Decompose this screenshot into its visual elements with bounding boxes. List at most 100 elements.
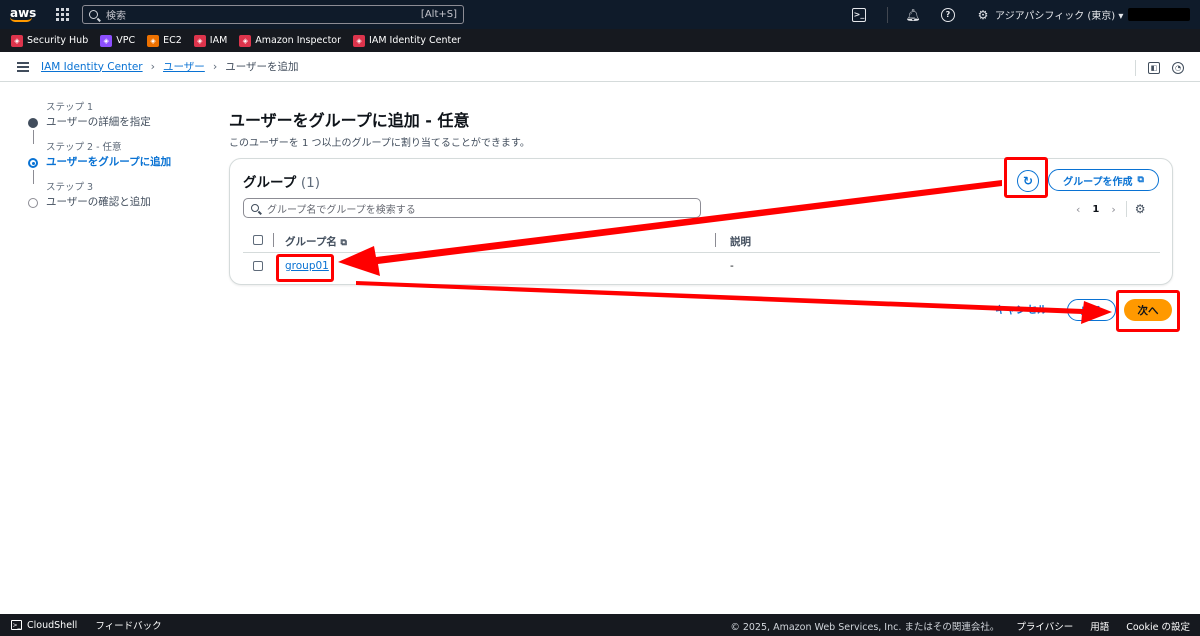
- favorite-item[interactable]: ◈ EC2: [147, 34, 182, 47]
- search-shortcut: [Alt+S]: [420, 9, 457, 20]
- breadcrumb-users[interactable]: ユーザー: [163, 59, 205, 74]
- chevron-left-icon[interactable]: ‹: [1076, 203, 1080, 216]
- account-menu[interactable]: [1128, 8, 1190, 21]
- identity-center-icon: ◈: [353, 34, 366, 47]
- page-number[interactable]: 1: [1092, 204, 1099, 215]
- info-panel-icon[interactable]: ◔: [1172, 62, 1184, 74]
- step-title: ユーザーの確認と追加: [46, 196, 151, 208]
- breadcrumb-bar: IAM Identity Center › ユーザー › ユーザーを追加 ◧ ◔: [0, 52, 1200, 82]
- group-description: -: [730, 260, 734, 272]
- cloudshell-icon: >_: [11, 620, 22, 630]
- step-title: ユーザーの詳細を指定: [46, 116, 151, 128]
- tools-divider: [1135, 60, 1136, 76]
- table-header: グループ名 ⧉ 説明: [243, 229, 1160, 253]
- favorites-bar: ◈ Security Hub ◈ VPC ◈ EC2 ◈ IAM ◈ Amazon Inspect…: [0, 29, 1200, 52]
- select-all-checkbox[interactable]: [253, 235, 263, 245]
- chevron-right-icon[interactable]: ›: [1111, 203, 1115, 216]
- menu-hamburger-icon[interactable]: [17, 61, 29, 72]
- privacy-link[interactable]: プライバシー: [1016, 619, 1073, 633]
- nav-divider: [887, 6, 888, 23]
- search-placeholder: 検索: [106, 11, 126, 22]
- step-label: ステップ 2 - 任意: [46, 142, 122, 153]
- side-panel-icon[interactable]: ◧: [1148, 62, 1160, 74]
- column-group-name-label: グループ名: [285, 236, 337, 248]
- step-label: ステップ 1: [46, 102, 94, 113]
- cloudshell-footer-button[interactable]: >_ CloudShell: [11, 620, 77, 631]
- footer-links: © 2025, Amazon Web Services, Inc. またはその関…: [713, 619, 1190, 633]
- wizard-step-1[interactable]: ステップ 1 ユーザーの詳細を指定: [28, 102, 208, 144]
- footer: >_ CloudShell フィードバック © 2025, Amazon Web…: [0, 614, 1200, 636]
- table-row: group01 -: [243, 255, 1160, 279]
- column-divider: [273, 233, 274, 247]
- row-checkbox[interactable]: [253, 261, 263, 271]
- favorite-item[interactable]: ◈ IAM Identity Center: [353, 34, 461, 47]
- step-title: ユーザーをグループに追加: [46, 156, 172, 168]
- nav-utility-icons: >_ 🔔︎ ? ⚙: [852, 0, 1011, 29]
- favorite-label: VPC: [116, 35, 136, 46]
- feedback-link[interactable]: フィードバック: [95, 618, 161, 632]
- help-icon[interactable]: ?: [941, 7, 955, 22]
- wizard-steps: ステップ 1 ユーザーの詳細を指定 ステップ 2 - 任意 ユーザーをグループに追加ス…: [28, 102, 208, 222]
- security-hub-icon: ◈: [11, 34, 23, 47]
- favorite-label: EC2: [163, 35, 182, 46]
- favorite-label: IAM: [209, 35, 228, 46]
- step-status-icon: [28, 158, 38, 168]
- groups-title-text: グループ: [243, 175, 297, 191]
- groups-count: (1): [300, 175, 321, 191]
- breadcrumb-current: ユーザーを追加: [225, 61, 299, 73]
- aws-logo[interactable]: aws: [10, 5, 44, 22]
- annotation-arrows: [338, 180, 1112, 324]
- annotation-highlight-group: [276, 254, 334, 282]
- favorite-label: Security Hub: [27, 35, 89, 46]
- services-grid-icon[interactable]: [56, 7, 70, 22]
- terms-link[interactable]: 用語: [1090, 619, 1109, 633]
- favorite-label: Amazon Inspector: [255, 35, 342, 46]
- groups-panel-title: グループ (1): [243, 171, 320, 191]
- cloudshell-label: CloudShell: [27, 619, 78, 631]
- back-button[interactable]: 戻る: [1067, 299, 1116, 321]
- aws-logo-text: aws: [10, 5, 37, 20]
- create-group-button[interactable]: グループを作成 ⧉: [1048, 169, 1159, 191]
- region-selector[interactable]: アジアパシフィック (東京) ▾: [995, 7, 1123, 22]
- search-icon: [251, 204, 259, 212]
- settings-gear-icon[interactable]: ⚙: [976, 8, 990, 22]
- step-status-icon: [28, 198, 38, 208]
- global-search-input[interactable]: 検索 [Alt+S]: [82, 5, 464, 24]
- column-divider: [715, 233, 716, 247]
- wizard-step-3: ステップ 3 ユーザーの確認と追加: [28, 182, 208, 222]
- vpc-icon: ◈: [100, 34, 113, 47]
- chevron-right-icon: ›: [212, 60, 218, 73]
- annotation-highlight-next: [1116, 290, 1180, 332]
- search-icon: [89, 10, 98, 19]
- pager-divider: [1125, 201, 1127, 217]
- wizard-step-2: ステップ 2 - 任意ユーザーをグループに追加: [28, 142, 208, 184]
- page-tools: ◧ ◔: [1123, 60, 1184, 76]
- breadcrumb-identity-center[interactable]: IAM Identity Center: [41, 61, 143, 73]
- favorite-item[interactable]: ◈ VPC: [100, 34, 136, 47]
- step-label: ステップ 3: [46, 182, 94, 193]
- favorite-item[interactable]: ◈ Amazon Inspector: [239, 34, 342, 47]
- page-description: このユーザーを 1 つ以上のグループに割り当てることができます。: [229, 138, 530, 149]
- cookie-settings-link[interactable]: Cookie の設定: [1126, 619, 1190, 633]
- favorite-label: IAM Identity Center: [369, 35, 461, 46]
- external-link-icon: ⧉: [340, 238, 347, 248]
- favorite-item[interactable]: ◈ IAM: [193, 34, 228, 47]
- ec2-icon: ◈: [147, 34, 160, 47]
- table-preferences-gear-icon[interactable]: ⚙: [1135, 202, 1146, 216]
- iam-icon: ◈: [193, 34, 206, 47]
- page-title: ユーザーをグループに追加 - 任意: [229, 111, 470, 130]
- column-header-group-name[interactable]: グループ名 ⧉: [285, 234, 347, 249]
- pagination: ‹ 1 › ⚙: [1076, 201, 1146, 217]
- breadcrumb: IAM Identity Center › ユーザー › ユーザーを追加: [41, 59, 299, 74]
- filter-placeholder: グループ名でグループを検索する: [267, 204, 416, 216]
- external-link-icon: ⧉: [1137, 175, 1144, 185]
- group-filter-input[interactable]: グループ名でグループを検索する: [243, 198, 701, 218]
- cloudshell-icon[interactable]: >_: [852, 7, 866, 22]
- cancel-button[interactable]: キャンセル: [995, 302, 1048, 317]
- favorite-item[interactable]: ◈ Security Hub: [11, 34, 89, 47]
- notifications-bell-icon[interactable]: 🔔︎: [905, 8, 920, 22]
- step-status-icon: [28, 118, 38, 128]
- annotation-highlight-refresh: [1004, 157, 1048, 198]
- chevron-right-icon: ›: [150, 60, 156, 73]
- create-group-label: グループを作成: [1063, 176, 1133, 188]
